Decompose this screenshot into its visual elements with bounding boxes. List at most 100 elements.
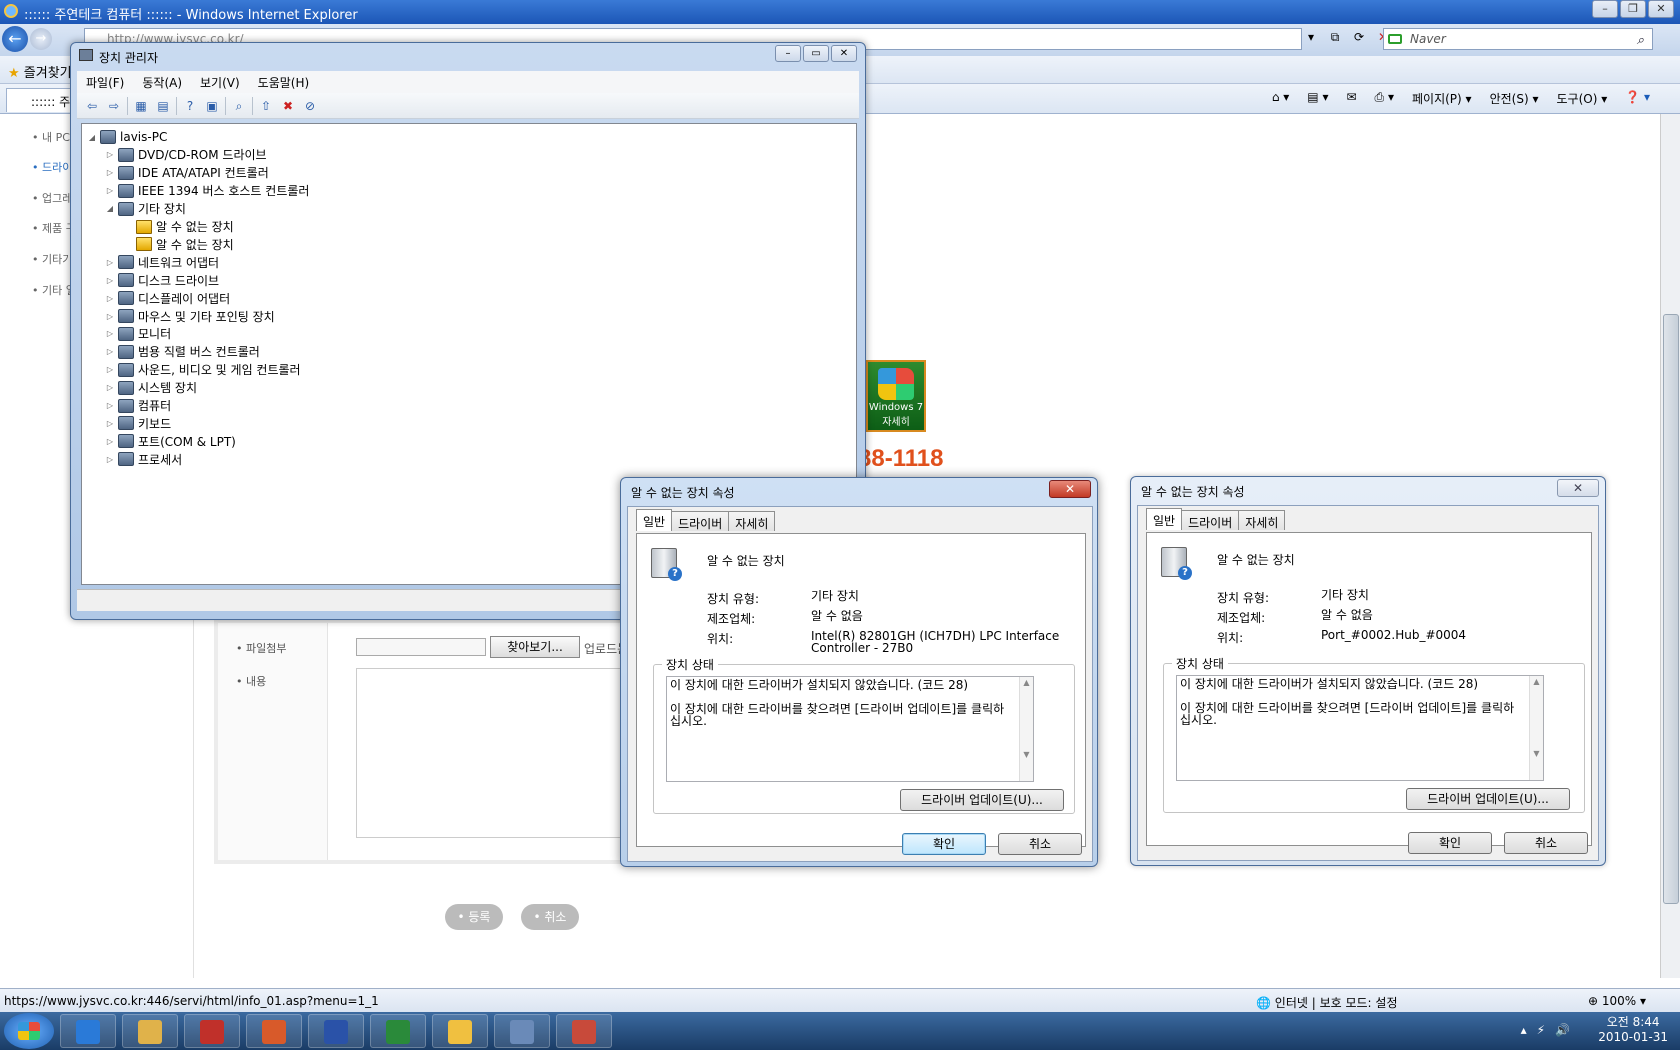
tree-category[interactable]: ▷ 시스템 장치 — [104, 379, 197, 397]
tree-category[interactable]: ▷ 디스플레이 어댑터 — [104, 289, 230, 307]
taskbar-app[interactable] — [308, 1014, 364, 1048]
tree-category[interactable]: ▷ 컴퓨터 — [104, 397, 171, 415]
tray-arrow-icon[interactable]: ▴ — [1521, 1023, 1527, 1037]
feeds-icon[interactable]: ▤ ▾ — [1307, 90, 1328, 107]
page-scrollbar-thumb[interactable] — [1663, 314, 1679, 904]
start-button[interactable] — [4, 1013, 54, 1049]
nav-item-driver[interactable]: • 드라이 — [32, 159, 72, 175]
tab-driver[interactable]: 드라이버 — [1181, 510, 1240, 530]
forward-button[interactable]: → — [30, 28, 52, 50]
expand-icon[interactable]: ▷ — [104, 383, 116, 392]
expand-icon[interactable]: ▷ — [104, 401, 116, 410]
expand-icon[interactable]: ▷ — [104, 168, 116, 177]
tree-category[interactable]: ▷ 마우스 및 기타 포인팅 장치 — [104, 307, 275, 325]
taskbar-app[interactable] — [122, 1014, 178, 1048]
dropdown-icon[interactable]: ▾ — [1302, 30, 1320, 48]
tree-category[interactable]: ▷ IEEE 1394 버스 호스트 컨트롤러 — [104, 182, 309, 200]
home-icon[interactable]: ⌂ ▾ — [1272, 90, 1289, 107]
update-driver-icon[interactable]: ⇧ — [257, 97, 275, 115]
taskbar-app[interactable] — [184, 1014, 240, 1048]
scan-hardware-icon[interactable]: ⌕ — [230, 97, 248, 115]
ok-button[interactable]: 확인 — [1408, 832, 1492, 854]
expand-icon[interactable]: ▷ — [104, 150, 116, 159]
content-textarea[interactable] — [356, 668, 656, 838]
network-icon[interactable]: ⚡ — [1537, 1023, 1545, 1037]
maximize-button[interactable]: ❐ — [1620, 0, 1646, 18]
status-scrollbar[interactable]: ▲ ▼ — [1529, 676, 1543, 780]
search-input[interactable]: Naver ⌕ — [1383, 28, 1653, 50]
expand-icon[interactable]: ▷ — [104, 365, 116, 374]
forward-arrow-icon[interactable]: ⇨ — [105, 97, 123, 115]
compat-view-icon[interactable]: ⧉ — [1326, 30, 1344, 48]
tab-details[interactable]: 자세히 — [728, 511, 776, 531]
back-button[interactable]: ← — [2, 26, 28, 52]
tree-category[interactable]: ▷ 네트워크 어댑터 — [104, 253, 219, 271]
dialog-close-button[interactable]: ✕ — [1049, 480, 1091, 498]
tree-root[interactable]: ◢ lavis-PC — [86, 128, 167, 146]
tree-category[interactable]: ▷ 사운드, 비디오 및 게임 컨트롤러 — [104, 361, 301, 379]
expand-icon[interactable]: ▷ — [104, 276, 116, 285]
expand-icon[interactable]: ▷ — [104, 186, 116, 195]
tree-category[interactable]: ▷ 프로세서 — [104, 450, 182, 468]
expand-icon[interactable]: ▷ — [104, 312, 116, 321]
tree-category[interactable]: ▷ IDE ATA/ATAPI 컨트롤러 — [104, 164, 269, 182]
favorites-button[interactable]: ★ 즐겨찾기 — [8, 62, 72, 81]
submit-button[interactable]: • 등록 — [445, 904, 503, 930]
ok-button[interactable]: 확인 — [902, 833, 986, 855]
tree-category[interactable]: ◢ 기타 장치 — [104, 200, 186, 218]
back-arrow-icon[interactable]: ⇦ — [83, 97, 101, 115]
mail-icon[interactable]: ✉ — [1346, 90, 1356, 107]
nav-item-other1[interactable]: • 기타기 — [32, 251, 72, 267]
help-icon[interactable]: ? — [181, 97, 199, 115]
disable-icon[interactable]: ⊘ — [301, 97, 319, 115]
refresh-icon[interactable]: ⟳ — [1350, 30, 1368, 48]
tree-category[interactable]: ▷ 디스크 드라이브 — [104, 271, 219, 289]
device-status-text[interactable]: 이 장치에 대한 드라이버가 설치되지 않았습니다. (코드 28) 이 장치에… — [1176, 675, 1544, 781]
help-icon[interactable]: ❓ ▾ — [1625, 90, 1650, 107]
tree-device[interactable]: 알 수 없는 장치 — [122, 218, 234, 236]
device-status-text[interactable]: 이 장치에 대한 드라이버가 설치되지 않았습니다. (코드 28) 이 장치에… — [666, 676, 1034, 782]
update-driver-button[interactable]: 드라이버 업데이트(U)... — [900, 789, 1064, 811]
tree-category[interactable]: ▷ DVD/CD-ROM 드라이브 — [104, 146, 267, 164]
tree-device[interactable]: 알 수 없는 장치 — [122, 235, 234, 253]
menu-file[interactable]: 파일(F) — [77, 71, 133, 93]
print-icon[interactable]: ⎙ ▾ — [1375, 90, 1394, 107]
update-driver-button[interactable]: 드라이버 업데이트(U)... — [1406, 788, 1570, 810]
taskbar-app[interactable] — [556, 1014, 612, 1048]
menu-view[interactable]: 보기(V) — [191, 71, 249, 93]
windows7-badge[interactable]: Windows 7 자세히 — [866, 360, 926, 432]
clock[interactable]: 오전 8:44 2010-01-31 — [1598, 1015, 1668, 1045]
taskbar-app[interactable] — [246, 1014, 302, 1048]
search-icon[interactable]: ⌕ — [1637, 31, 1644, 51]
tree-category[interactable]: ▷ 키보드 — [104, 414, 171, 432]
cancel-form-button[interactable]: • 취소 — [521, 904, 579, 930]
safety-menu[interactable]: 안전(S) ▾ — [1490, 90, 1539, 107]
expand-icon[interactable]: ▷ — [104, 329, 116, 338]
tools-menu[interactable]: 도구(O) ▾ — [1556, 90, 1607, 107]
tab-details[interactable]: 자세히 — [1238, 510, 1286, 530]
tree-category[interactable]: ▷ 모니터 — [104, 325, 171, 343]
dm-minimize-button[interactable]: – — [775, 45, 801, 62]
expand-icon[interactable]: ▷ — [104, 258, 116, 267]
page-menu[interactable]: 페이지(P) ▾ — [1412, 90, 1472, 107]
menu-action[interactable]: 동작(A) — [133, 71, 191, 93]
show-hide-tree-icon[interactable]: ▦ — [132, 97, 150, 115]
taskbar-app[interactable] — [432, 1014, 488, 1048]
tab-general[interactable]: 일반 — [636, 509, 673, 531]
uninstall-icon[interactable]: ✖ — [279, 97, 297, 115]
console-icon[interactable]: ▣ — [203, 97, 221, 115]
nav-item-upgrade[interactable]: • 업그레 — [32, 190, 72, 206]
taskbar-app[interactable] — [370, 1014, 426, 1048]
cancel-button[interactable]: 취소 — [998, 833, 1082, 855]
dm-close-button[interactable]: ✕ — [831, 45, 857, 62]
dialog-close-button[interactable]: ✕ — [1557, 479, 1599, 497]
expand-icon[interactable]: ◢ — [104, 204, 116, 213]
expand-icon[interactable]: ▷ — [104, 437, 116, 446]
dm-maximize-button[interactable]: ▭ — [803, 45, 829, 62]
taskbar-app[interactable] — [494, 1014, 550, 1048]
cancel-button[interactable]: 취소 — [1504, 832, 1588, 854]
tree-category[interactable]: ▷ 범용 직렬 버스 컨트롤러 — [104, 343, 260, 361]
expand-icon[interactable]: ▷ — [104, 347, 116, 356]
close-button[interactable]: ✕ — [1648, 0, 1674, 18]
minimize-button[interactable]: – — [1592, 0, 1618, 18]
